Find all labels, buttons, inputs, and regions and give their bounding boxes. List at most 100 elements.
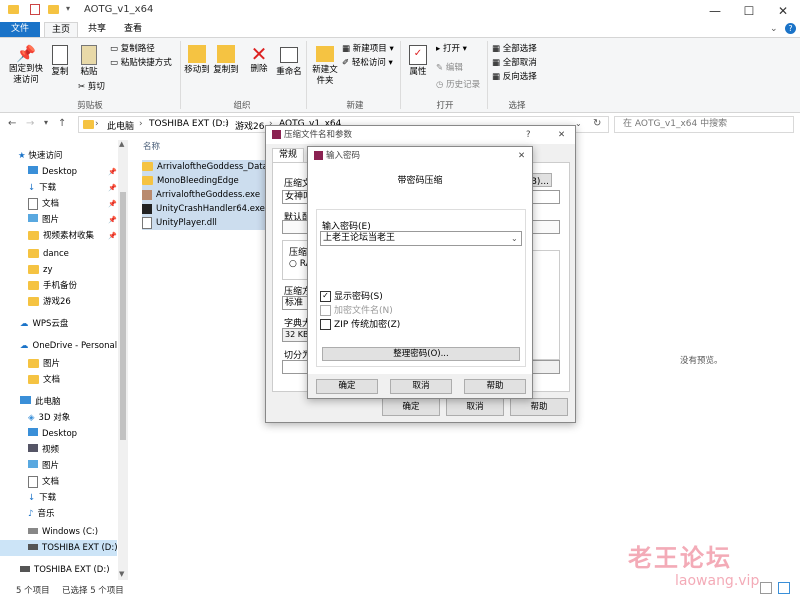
show-password-checkbox[interactable]: ✓ 显示密码(S) [320, 289, 383, 302]
chevron-down-icon[interactable]: ⌄ [511, 232, 518, 245]
nav-item[interactable]: ◈ 3D 对象 [28, 410, 70, 426]
tab-file[interactable]: 文件 [0, 22, 40, 37]
organize-passwords-button[interactable]: 整理密码(O)... [322, 347, 520, 361]
copy-path-button[interactable]: ▭ 复制路径 [110, 44, 155, 55]
password-input[interactable]: 上老王论坛当老王 ⌄ [320, 231, 522, 246]
nav-item[interactable]: 视频 [28, 442, 59, 458]
close-button[interactable]: ✕ [766, 0, 800, 22]
scroll-up-icon[interactable]: ▲ [119, 140, 124, 148]
nav-item-selected[interactable]: TOSHIBA EXT (D:) [0, 540, 118, 556]
breadcrumb-item[interactable]: 此电脑 [107, 119, 134, 132]
nav-item[interactable]: ♪ 音乐 [28, 506, 54, 522]
close-icon[interactable]: ✕ [558, 126, 565, 144]
archive-help-icon[interactable]: ? [526, 126, 531, 144]
nav-item[interactable]: 视频素材收集 [28, 228, 94, 244]
select-all-button[interactable]: ▦ 全部选择 [492, 44, 537, 55]
open-button[interactable]: ▸ 打开 ▾ [436, 44, 467, 55]
file-row[interactable]: UnityPlayer.dll [142, 216, 266, 230]
invert-selection-button[interactable]: ▦ 反向选择 [492, 72, 537, 83]
forward-icon[interactable]: → [26, 118, 34, 129]
easy-access-icon: ✐ [342, 58, 352, 68]
pin-quick-access-button[interactable]: 📌 固定到快速访问 [6, 44, 46, 86]
encrypt-names-checkbox[interactable]: 加密文件名(N) [320, 303, 393, 316]
file-row[interactable]: ArrivaloftheGoddess.exe [142, 188, 266, 202]
nav-quick-access[interactable]: ★ 快速访问 [18, 148, 62, 164]
easy-access-button[interactable]: ✐ 轻松访问 ▾ [342, 58, 393, 69]
nav-wps-cloud[interactable]: ☁ WPS云盘 [20, 316, 68, 332]
tab-view[interactable]: 查看 [118, 22, 148, 37]
selected-count: 已选择 5 个项目 [62, 586, 124, 596]
password-ok-button[interactable]: 确定 [316, 379, 378, 394]
nav-item[interactable]: zy [28, 262, 53, 278]
nav-item[interactable]: TOSHIBA EXT (D:) [20, 562, 110, 578]
nav-item[interactable]: ↓ 下载 [28, 490, 56, 506]
nav-item[interactable]: 文档 [28, 372, 60, 388]
search-input[interactable]: 在 AOTG_v1_x64 中搜索 [614, 116, 794, 133]
nav-item[interactable]: 图片 [28, 212, 59, 228]
nav-item[interactable]: Desktop [28, 426, 77, 442]
customize-qat-icon[interactable]: ▾ [66, 4, 70, 13]
address-dropdown-icon[interactable]: ⌄ [575, 119, 582, 128]
nav-item[interactable]: dance [28, 246, 69, 262]
nav-item[interactable]: ↓ 下载 [28, 180, 56, 196]
back-icon[interactable]: ← [8, 118, 16, 129]
nav-item[interactable]: 文档 [28, 196, 59, 212]
column-header-name[interactable]: 名称 [143, 140, 160, 152]
nav-this-pc[interactable]: 此电脑 [20, 394, 61, 410]
new-item-button[interactable]: ▦ 新建项目 ▾ [342, 44, 394, 55]
collapse-ribbon-icon[interactable]: ⌄ [770, 24, 778, 34]
tab-home[interactable]: 主页 [44, 22, 78, 37]
nav-item[interactable]: Desktop [28, 164, 77, 180]
rename-button[interactable]: 重命名 [274, 44, 304, 78]
scroll-down-icon[interactable]: ▼ [119, 570, 124, 578]
details-view-icon[interactable] [760, 582, 772, 594]
breadcrumb-item[interactable]: TOSHIBA EXT (D:) [149, 119, 229, 129]
recent-locations-icon[interactable]: ▾ [44, 118, 48, 127]
nav-item[interactable]: Windows (C:) [28, 524, 98, 540]
paste-shortcut-button[interactable]: ▭ 粘贴快捷方式 [110, 58, 172, 69]
tab-general[interactable]: 常规 [272, 148, 304, 162]
ribbon-tabs: 文件 主页 共享 查看 ⌄ ? [0, 22, 800, 37]
nav-item[interactable]: 图片 [28, 458, 59, 474]
close-icon[interactable]: ✕ [518, 147, 525, 165]
nav-scrollbar[interactable]: ▲ ▼ [118, 140, 128, 580]
archive-ok-button[interactable]: 确定 [382, 398, 440, 416]
tab-share[interactable]: 共享 [82, 22, 112, 37]
copy-to-button[interactable]: 复制到 [212, 44, 240, 76]
delete-button[interactable]: ✕ 删除 [246, 44, 272, 75]
up-icon[interactable]: ↑ [58, 118, 66, 129]
nav-item[interactable]: 图片 [28, 356, 60, 372]
nav-item[interactable]: 文档 [28, 474, 59, 490]
paste-button[interactable]: 粘贴 [75, 44, 103, 78]
password-help-button[interactable]: 帮助 [464, 379, 526, 394]
archive-help-button[interactable]: 帮助 [510, 398, 568, 416]
archive-cancel-button[interactable]: 取消 [446, 398, 504, 416]
new-folder-button[interactable]: 新建文件夹 [310, 44, 340, 87]
folder-icon [8, 5, 23, 15]
nav-scrollbar-thumb[interactable] [120, 192, 126, 440]
edit-button[interactable]: ✎ 编辑 [436, 63, 463, 74]
file-row[interactable]: MonoBleedingEdge [142, 174, 266, 188]
nav-item[interactable]: 游戏26 [28, 294, 71, 310]
properties-button[interactable]: ✓ 属性 [404, 44, 432, 78]
window-title: AOTG_v1_x64 [84, 4, 154, 15]
file-row[interactable]: UnityCrashHandler64.exe [142, 202, 266, 216]
select-none-button[interactable]: ▦ 全部取消 [492, 58, 537, 69]
zip-legacy-checkbox[interactable]: ZIP 传统加密(Z) [320, 317, 400, 330]
help-icon[interactable]: ? [785, 23, 796, 34]
history-button[interactable]: ◷ 历史记录 [436, 80, 480, 91]
minimize-button[interactable]: — [698, 0, 732, 22]
properties-quick-icon[interactable] [30, 4, 40, 15]
file-row[interactable]: ArrivaloftheGoddess_Data [142, 160, 268, 174]
new-folder-quick-icon[interactable] [48, 5, 63, 15]
nav-item[interactable]: 手机备份 [28, 278, 77, 294]
large-icons-view-icon[interactable] [778, 582, 790, 594]
cut-button[interactable]: ✂ 剪切 [78, 82, 105, 93]
copy-button[interactable]: 复制 [46, 44, 74, 78]
breadcrumb-item[interactable]: 游戏26 [235, 119, 264, 132]
move-to-button[interactable]: 移动到 [183, 44, 211, 76]
nav-onedrive[interactable]: ☁ OneDrive - Personal [20, 338, 117, 354]
maximize-button[interactable]: ☐ [732, 0, 766, 22]
refresh-icon[interactable]: ↻ [593, 118, 601, 129]
password-cancel-button[interactable]: 取消 [390, 379, 452, 394]
